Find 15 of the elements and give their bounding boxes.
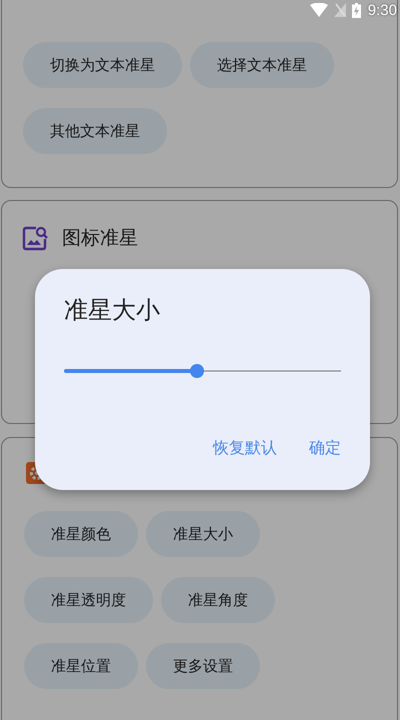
status-time: 9:30 [366,2,398,18]
chip-button[interactable]: 准星位置 [24,643,138,689]
section-title: 图标准星 [62,226,138,251]
slider-thumb[interactable] [190,364,204,378]
chip-button[interactable]: 更多设置 [146,643,260,689]
chip-button[interactable]: 选择文本准星 [190,42,334,88]
chip-button[interactable]: 其他文本准星 [23,108,167,154]
chip-button[interactable]: 准星角度 [161,577,275,623]
chip-button[interactable]: 切换为文本准星 [23,42,182,88]
chip-button[interactable]: 准星透明度 [24,577,153,623]
chip-button[interactable]: 准星颜色 [24,511,138,557]
chip-button[interactable]: 准星大小 [146,511,260,557]
dialog-title: 准星大小 [64,295,161,325]
image-search-icon [22,225,48,251]
wifi-icon [310,3,328,17]
